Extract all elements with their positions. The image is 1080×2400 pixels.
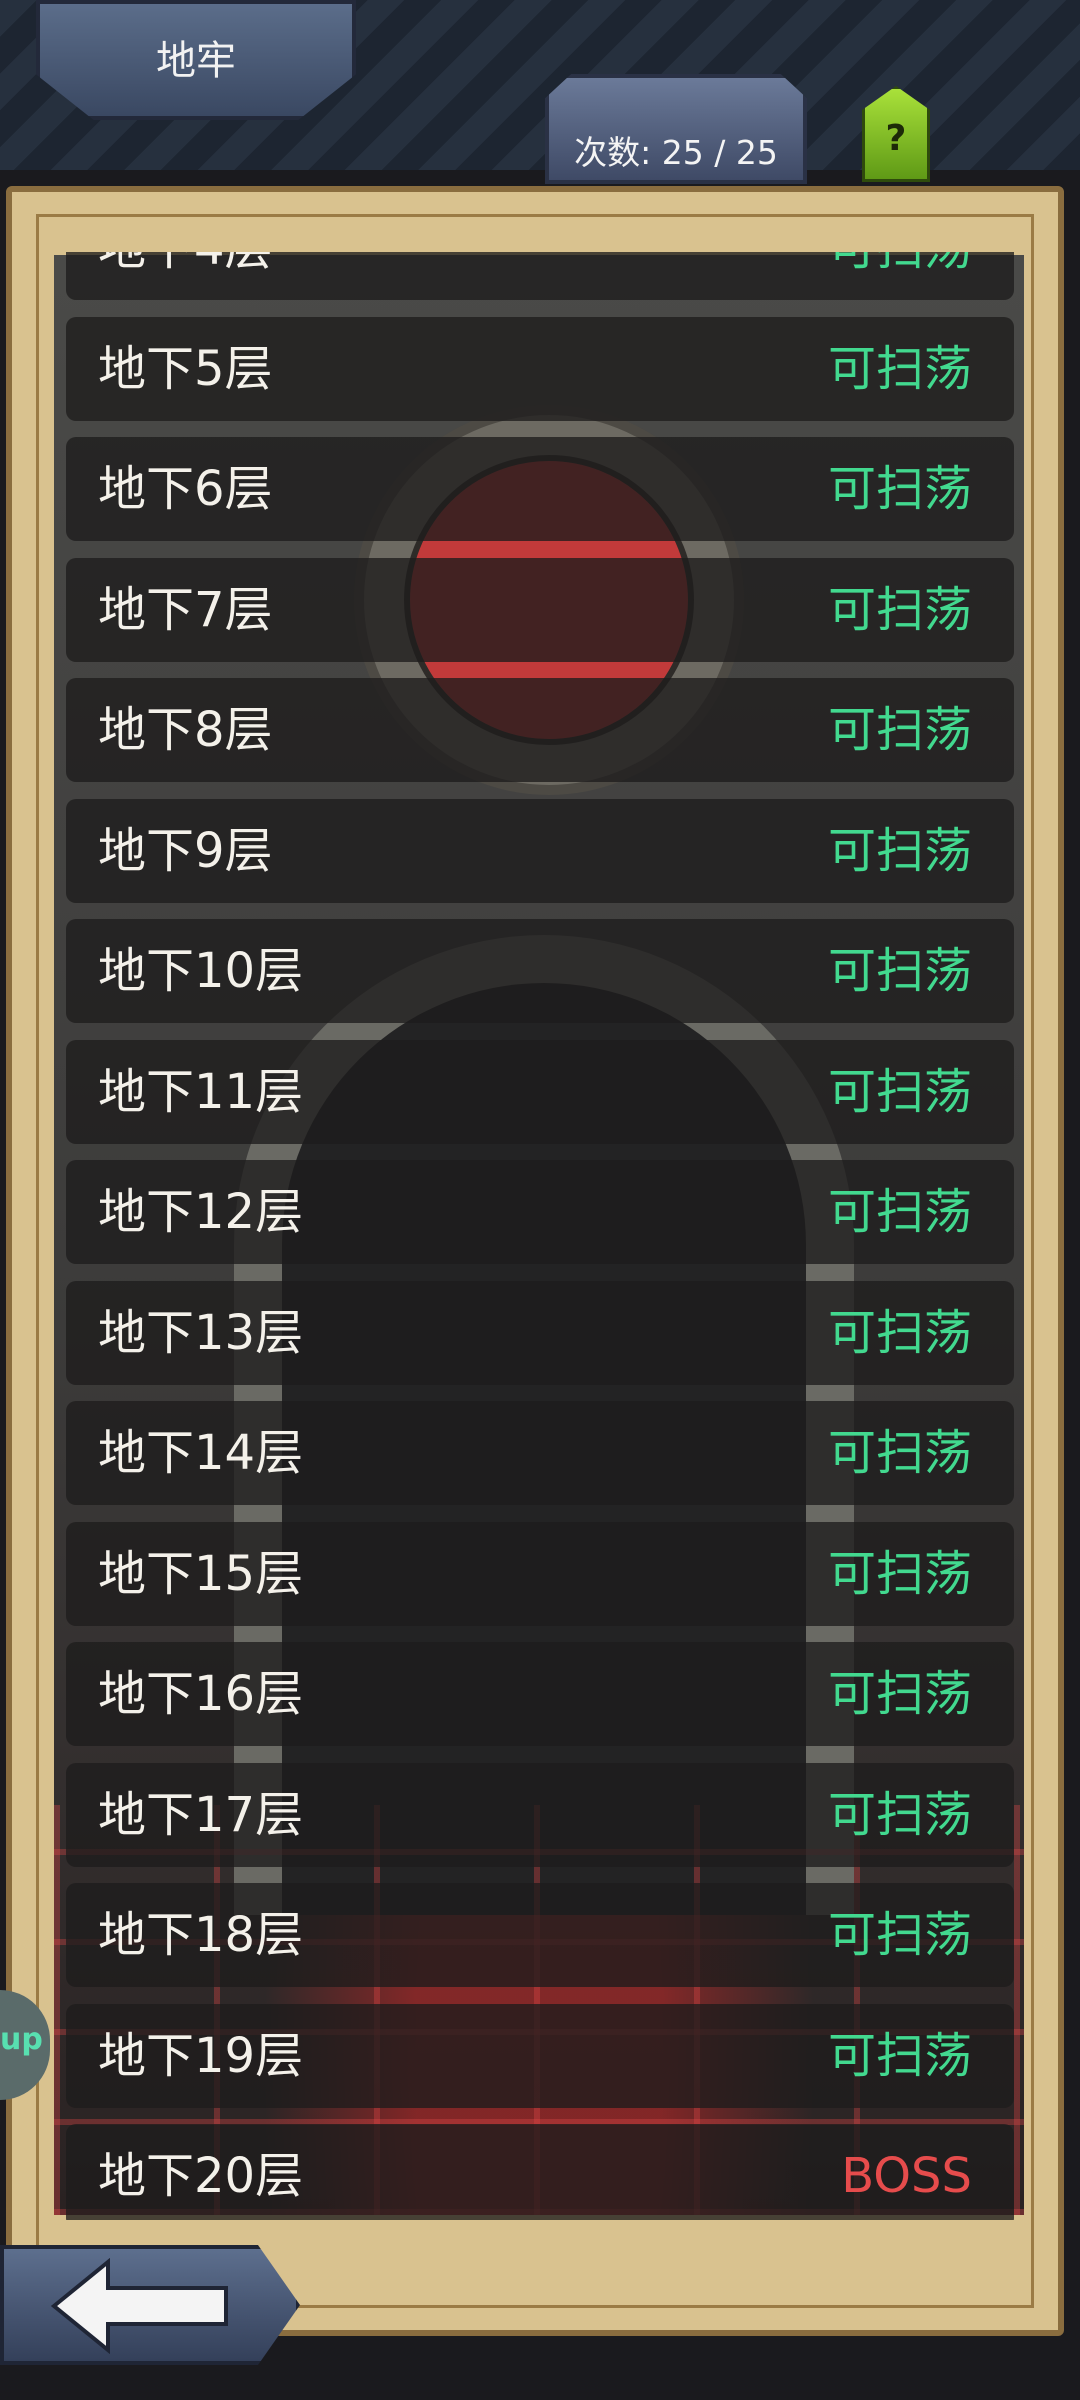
sweep-status[interactable]: 可扫荡 bbox=[828, 1401, 972, 1505]
page-title: 地牢 bbox=[156, 38, 236, 84]
sweep-status[interactable]: 可扫荡 bbox=[828, 919, 972, 1023]
left-arrow-icon[interactable] bbox=[46, 2258, 236, 2354]
sweep-status[interactable]: 可扫荡 bbox=[828, 317, 972, 421]
boss-status[interactable]: BOSS bbox=[841, 2124, 972, 2220]
floor-label: 地下6层 bbox=[98, 461, 273, 517]
floor-row[interactable]: 地下7层 可扫荡 bbox=[66, 557, 1014, 662]
floor-label: 地下7层 bbox=[98, 581, 273, 638]
floor-row[interactable]: 地下18层 可扫荡 bbox=[66, 1883, 1014, 1987]
sweep-status[interactable]: 可扫荡 bbox=[828, 799, 972, 903]
floor-row[interactable]: 地下6层 可扫荡 bbox=[66, 437, 1014, 541]
floor-row[interactable]: 地下8层 可扫荡 bbox=[66, 678, 1014, 782]
floor-row[interactable]: 地下13层 可扫荡 bbox=[66, 1280, 1014, 1385]
sweep-status[interactable]: 可扫荡 bbox=[828, 1281, 972, 1385]
floor-label: 地下19层 bbox=[98, 2027, 304, 2084]
attempts-count: 次数: 25 / 25 bbox=[574, 133, 778, 172]
sweep-status[interactable]: 可扫荡 bbox=[828, 1522, 972, 1626]
floor-label: 地下8层 bbox=[98, 702, 273, 758]
floor-label: 地下16层 bbox=[98, 1666, 304, 1722]
floor-label: 地下10层 bbox=[98, 943, 304, 999]
floor-row[interactable]: 地下9层 可扫荡 bbox=[66, 798, 1014, 903]
question-mark-icon[interactable]: ? bbox=[862, 118, 930, 159]
floor-label: 地下17层 bbox=[98, 1786, 304, 1843]
sweep-status[interactable]: 可扫荡 bbox=[828, 1883, 972, 1987]
floor-row[interactable]: 地下5层 可扫荡 bbox=[66, 316, 1014, 421]
floor-row[interactable]: 地下16层 可扫荡 bbox=[66, 1642, 1014, 1746]
floor-label: 地下5层 bbox=[98, 340, 273, 397]
sweep-status[interactable]: 可扫荡 bbox=[828, 2004, 972, 2108]
floor-row[interactable]: 地下15层 可扫荡 bbox=[66, 1521, 1014, 1626]
sweep-status[interactable]: 可扫荡 bbox=[828, 678, 972, 782]
sweep-status[interactable]: 可扫荡 bbox=[828, 558, 972, 662]
floor-label: 地下20层 bbox=[98, 2148, 304, 2204]
floor-row[interactable]: 地下14层 可扫荡 bbox=[66, 1401, 1014, 1505]
floor-label: 地下18层 bbox=[98, 1907, 304, 1963]
floor-label: 地下15层 bbox=[98, 1545, 304, 1602]
floor-label: 地下13层 bbox=[98, 1304, 304, 1361]
floor-row[interactable]: 地下4层 可扫荡 bbox=[66, 252, 1014, 300]
floor-row[interactable]: 地下11层 可扫荡 bbox=[66, 1039, 1014, 1144]
floor-row[interactable]: 地下12层 可扫荡 bbox=[66, 1160, 1014, 1264]
floor-list-viewport[interactable]: 地下4层可扫荡地下5层可扫荡地下6层可扫荡地下7层可扫荡地下8层可扫荡地下9层可… bbox=[0, 252, 1080, 2220]
sweep-status[interactable]: 可扫荡 bbox=[828, 1763, 972, 1867]
floor-label: 地下14层 bbox=[98, 1425, 304, 1481]
sweep-status[interactable]: 可扫荡 bbox=[828, 252, 972, 300]
floor-row[interactable]: 地下17层 可扫荡 bbox=[66, 1762, 1014, 1867]
floor-row[interactable]: 地下10层 可扫荡 bbox=[66, 919, 1014, 1023]
floor-label: 地下9层 bbox=[98, 822, 273, 879]
sweep-status[interactable]: 可扫荡 bbox=[828, 1040, 972, 1144]
floor-row[interactable]: 地下20层 BOSS bbox=[66, 2124, 1014, 2220]
sweep-status[interactable]: 可扫荡 bbox=[828, 437, 972, 541]
sweep-status[interactable]: 可扫荡 bbox=[828, 1160, 972, 1264]
floor-label: 地下12层 bbox=[98, 1184, 304, 1240]
floor-row[interactable]: 地下19层 可扫荡 bbox=[66, 2003, 1014, 2108]
floor-label: 地下4层 bbox=[98, 252, 273, 300]
floor-label: 地下11层 bbox=[98, 1063, 304, 1120]
sweep-status[interactable]: 可扫荡 bbox=[828, 1642, 972, 1746]
